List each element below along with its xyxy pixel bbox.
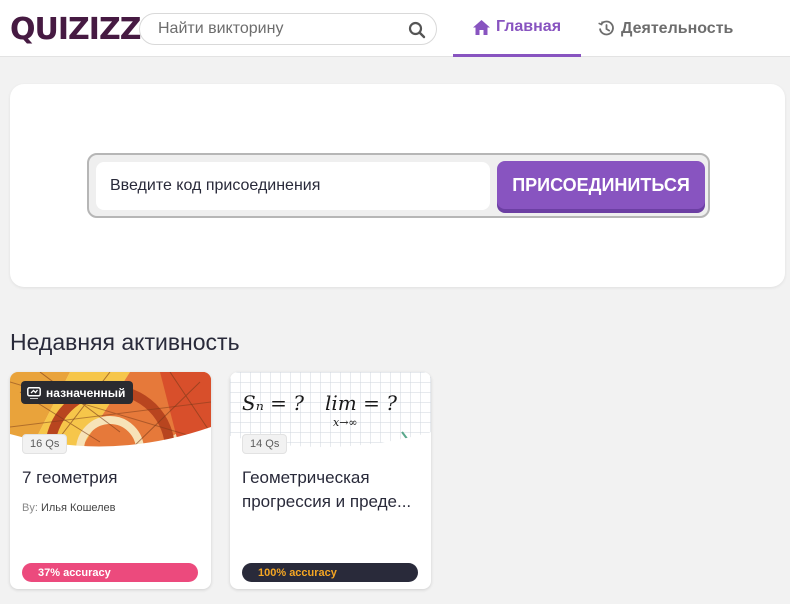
top-navbar: QUIZIZZ Главная Деятельность: [0, 0, 790, 57]
tab-home[interactable]: Главная: [453, 0, 581, 57]
quizizz-logo[interactable]: QUIZIZZ: [10, 9, 141, 49]
tab-activity-label: Деятельность: [621, 19, 734, 37]
search-box[interactable]: [139, 13, 437, 45]
recent-activity-heading: Недавняя активность: [10, 329, 240, 355]
join-code-input[interactable]: [96, 162, 490, 210]
history-icon: [598, 20, 614, 36]
assigned-badge-label: назначенный: [46, 385, 126, 400]
quiz-card[interactable]: Sₙ = ? lim = ? x→∞ 14 Qs Геометрическая …: [230, 372, 431, 589]
quiz-author: By: Илья Кошелев: [22, 502, 116, 514]
author-name: Илья Кошелев: [40, 502, 116, 514]
join-button[interactable]: ПРИСОЕДИНИТЬСЯ: [497, 161, 705, 209]
tab-activity[interactable]: Деятельность: [598, 0, 733, 57]
question-count: 14 Qs: [242, 434, 288, 454]
search-input[interactable]: [158, 14, 408, 44]
thumb-formula-sub: x→∞: [333, 416, 358, 429]
thumb-formula-right: lim = ?: [325, 391, 397, 415]
quiz-title: 7 геометрия: [22, 468, 118, 487]
join-panel: ПРИСОЕДИНИТЬСЯ: [10, 84, 785, 287]
assignment-icon: [27, 386, 41, 399]
join-form: ПРИСОЕДИНИТЬСЯ: [87, 153, 710, 218]
author-prefix: By:: [22, 502, 38, 514]
tab-home-label: Главная: [495, 18, 562, 35]
assigned-badge: назначенный: [21, 381, 134, 404]
search-icon[interactable]: [408, 21, 426, 39]
quiz-title: Геометрическая прогрессия и преде...: [242, 468, 412, 511]
accuracy-pill: 100% accuracy: [242, 563, 418, 582]
home-icon: [472, 19, 490, 35]
accuracy-pill: 37% accuracy: [22, 563, 198, 582]
thumb-formula-left: Sₙ = ?: [242, 391, 304, 415]
question-count: 16 Qs: [22, 434, 68, 454]
quiz-card[interactable]: назначенный 16 Qs 7 геометрия By: Илья К…: [10, 372, 211, 589]
